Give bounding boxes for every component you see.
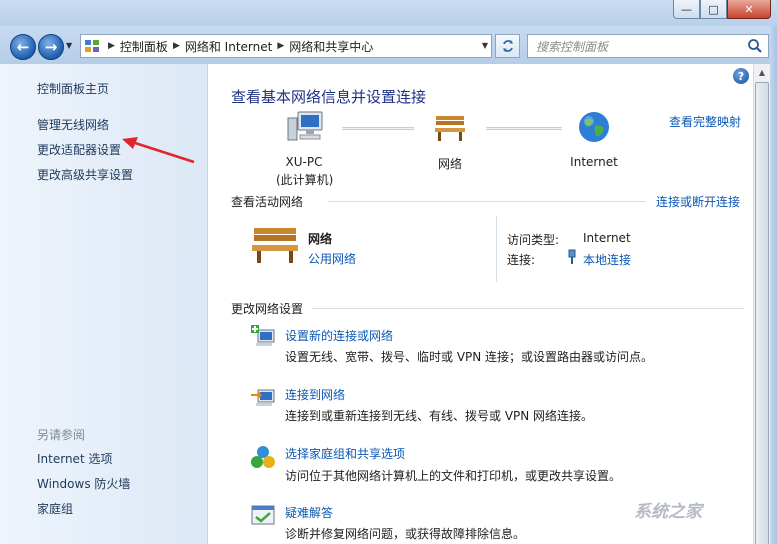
active-network-name: 网络 — [308, 232, 333, 246]
change-settings-heading: 更改网络设置 — [231, 302, 304, 316]
help-icon[interactable]: ? — [733, 68, 749, 84]
breadcrumb-separator[interactable]: ▶ — [277, 41, 284, 51]
see-also-homegroup[interactable]: 家庭组 — [37, 500, 73, 517]
minimize-button[interactable]: — — [673, 0, 700, 19]
task-troubleshoot-desc: 诊断并修复网络问题，或获得故障排除信息。 — [285, 527, 526, 541]
window-controls: — □ ✕ — [673, 0, 771, 19]
access-type-value: Internet — [583, 231, 631, 245]
breadcrumb-separator[interactable]: ▶ — [108, 41, 115, 51]
connection-line — [486, 127, 562, 130]
main-content: ? 查看基本网络信息并设置连接 查看完整映射 XU-PC (此计算机) 网络 I… — [208, 64, 753, 544]
internet-label: Internet — [570, 155, 618, 169]
task-troubleshoot-link[interactable]: 疑难解答 — [285, 504, 333, 521]
access-type-label: 访问类型: — [507, 233, 560, 247]
control-panel-icon — [81, 35, 103, 57]
see-also-heading: 另请参阅 — [37, 428, 86, 442]
network-type-link[interactable]: 公用网络 — [308, 250, 356, 267]
ethernet-plug-icon — [568, 249, 576, 264]
task-homegroup-desc: 访问位于其他网络计算机上的文件和打印机，或更改共享设置。 — [285, 469, 622, 483]
address-bar[interactable]: ▶ 控制面板 ▶ 网络和 Internet ▶ 网络和共享中心 ▼ — [80, 34, 492, 58]
map-computer[interactable]: XU-PC (此计算机) — [276, 110, 334, 188]
computer-icon — [287, 111, 323, 141]
page-title: 查看基本网络信息并设置连接 — [231, 88, 427, 106]
refresh-icon — [502, 40, 513, 52]
breadcrumb-separator[interactable]: ▶ — [173, 41, 180, 51]
active-networks-heading: 查看活动网络 — [231, 195, 304, 209]
task-connect-network-desc: 连接到或重新连接到无线、有线、拨号或 VPN 网络连接。 — [285, 409, 594, 423]
see-also-internet-options[interactable]: Internet 选项 — [37, 450, 112, 467]
connection-label: 连接: — [507, 253, 536, 267]
back-arrow-icon: ← — [16, 38, 30, 56]
search-placeholder: 搜索控制面板 — [536, 39, 609, 54]
computer-name: XU-PC — [285, 155, 323, 169]
connect-disconnect-link[interactable]: 连接或断开连接 — [656, 193, 740, 210]
breadcrumb-network-internet[interactable]: 网络和 Internet — [185, 38, 272, 55]
sidebar-item-control-panel-home[interactable]: 控制面板主页 — [37, 80, 109, 97]
address-dropdown[interactable]: ▼ — [482, 41, 488, 50]
breadcrumb-network-sharing-center[interactable]: 网络和共享中心 — [289, 38, 373, 55]
view-full-map-link[interactable]: 查看完整映射 — [669, 113, 741, 130]
homegroup-icon — [251, 446, 275, 468]
search-box[interactable]: 搜索控制面板 — [527, 34, 769, 58]
local-connection-link[interactable]: 本地连接 — [583, 251, 631, 268]
forward-arrow-icon: → — [44, 38, 58, 56]
recent-pages-dropdown[interactable]: ▼ — [66, 41, 72, 50]
network-label: 网络 — [437, 157, 462, 171]
navigation-bar: ← → ▼ ▶ 控制面板 ▶ 网络和 Internet ▶ 网络和共享中心 ▼ … — [0, 26, 777, 64]
map-network[interactable]: 网络 — [428, 110, 472, 172]
connection-line — [342, 127, 414, 130]
back-button[interactable]: ← — [10, 34, 36, 60]
window-frame-edge — [770, 26, 777, 544]
close-button[interactable]: ✕ — [727, 0, 771, 19]
connect-network-icon — [251, 389, 275, 406]
scroll-up-button[interactable]: ▲ — [754, 64, 770, 81]
task-homegroup-link[interactable]: 选择家庭组和共享选项 — [285, 445, 405, 462]
annotation-arrow-icon — [122, 137, 195, 164]
globe-icon — [579, 112, 609, 142]
see-also-windows-firewall[interactable]: Windows 防火墙 — [37, 475, 130, 492]
troubleshoot-icon — [251, 505, 275, 525]
map-internet[interactable]: Internet — [564, 110, 624, 169]
section-divider — [328, 201, 646, 202]
sidebar-item-change-advanced-sharing[interactable]: 更改高级共享设置 — [37, 166, 133, 183]
computer-subtitle: (此计算机) — [276, 173, 334, 187]
maximize-button[interactable]: □ — [700, 0, 727, 19]
sidebar: 控制面板主页 管理无线网络 更改适配器设置 更改高级共享设置 另请参阅 Inte… — [0, 64, 208, 544]
task-setup-connection-link[interactable]: 设置新的连接或网络 — [285, 327, 393, 344]
title-bar: — □ ✕ — [0, 0, 777, 26]
scroll-thumb[interactable] — [755, 82, 769, 544]
network-bench-icon — [252, 228, 298, 263]
bench-icon — [435, 116, 465, 141]
task-connect-network-link[interactable]: 连接到网络 — [285, 386, 345, 403]
forward-button[interactable]: → — [38, 34, 64, 60]
new-connection-icon — [251, 325, 275, 346]
refresh-button[interactable] — [495, 34, 520, 58]
search-icon[interactable] — [747, 38, 763, 57]
watermark-text: 系统之家 — [634, 502, 702, 522]
breadcrumb-control-panel[interactable]: 控制面板 — [120, 38, 168, 55]
vertical-scrollbar[interactable]: ▲ — [753, 64, 770, 544]
vertical-divider — [496, 216, 497, 282]
sidebar-item-change-adapter-settings[interactable]: 更改适配器设置 — [37, 141, 121, 158]
sidebar-item-manage-wireless[interactable]: 管理无线网络 — [37, 116, 109, 133]
task-setup-connection-desc: 设置无线、宽带、拨号、临时或 VPN 连接；或设置路由器或访问点。 — [285, 350, 654, 364]
section-divider — [312, 308, 744, 309]
